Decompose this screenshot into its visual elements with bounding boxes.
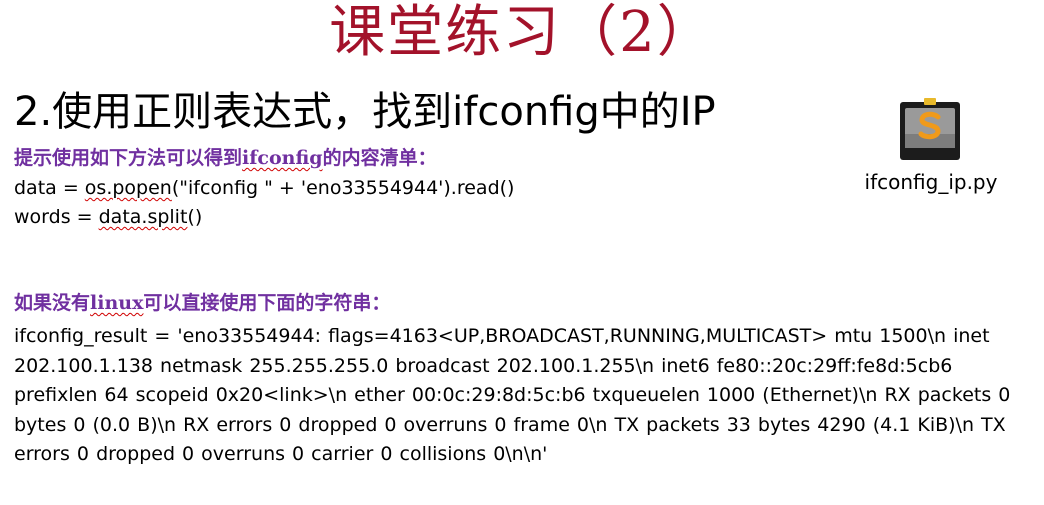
code-line-split: words = data.split(): [14, 204, 202, 230]
hint-no-linux-keyword: linux: [90, 292, 144, 314]
slide-title: 课堂练习（2）: [329, 0, 715, 65]
file-name-label[interactable]: ifconfig_ip.py: [846, 168, 1016, 196]
code-line-popen-suffix: ("ifconfig " + 'eno33554944').read(): [171, 177, 515, 199]
hint-no-linux-suffix: 可以直接使用下面的字符串：: [143, 292, 391, 314]
code-line-split-suffix: (): [187, 206, 203, 228]
code-line-split-call: data.split: [98, 206, 188, 228]
hint-popen-keyword: ifconfig: [242, 147, 323, 169]
hint-popen: 提示使用如下方法可以得到ifconfig的内容清单：: [14, 145, 437, 171]
hint-no-linux: 如果没有linux可以直接使用下面的字符串：: [14, 290, 390, 316]
hint-popen-suffix: 的内容清单：: [322, 147, 437, 169]
sublime-text-file-icon[interactable]: [898, 98, 962, 162]
ifconfig-result-text: ifconfig_result = 'eno33554944: flags=41…: [14, 325, 1011, 466]
exercise-heading: 2.使用正则表达式，找到ifconfig中的IP: [14, 89, 716, 135]
code-line-popen-prefix: data =: [14, 177, 85, 199]
code-line-popen: data = os.popen("ifconfig " + 'eno335549…: [14, 175, 514, 201]
code-line-popen-call: os.popen: [84, 177, 172, 199]
hint-no-linux-prefix: 如果没有: [14, 292, 91, 314]
code-line-split-prefix: words =: [14, 206, 99, 228]
file-icon-tab: [924, 98, 936, 105]
hint-popen-prefix: 提示使用如下方法可以得到: [14, 147, 243, 169]
